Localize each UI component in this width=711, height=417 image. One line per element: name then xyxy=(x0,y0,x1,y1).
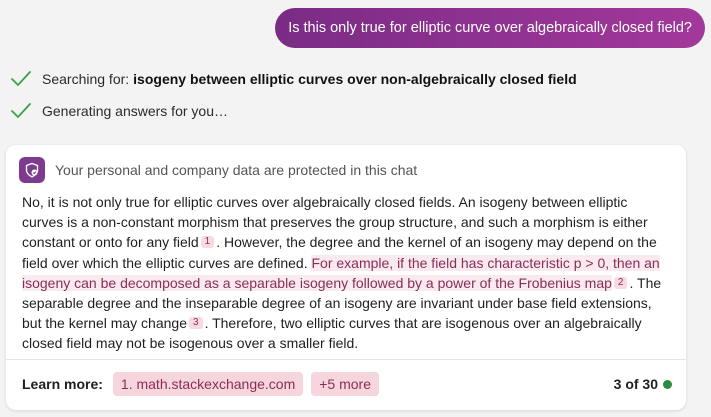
searching-prefix: Searching for: xyxy=(42,71,130,87)
status-dot-icon xyxy=(663,379,672,389)
check-icon xyxy=(10,70,32,88)
status-searching: Searching for: isogeny between elliptic … xyxy=(10,70,577,88)
shield-icon xyxy=(19,157,45,183)
answer-card: Your personal and company data are prote… xyxy=(6,145,686,410)
user-message-text: Is this only true for elliptic curve ove… xyxy=(288,20,692,36)
privacy-notice: Your personal and company data are prote… xyxy=(19,157,417,183)
answer-text: No, it is not only true for elliptic cur… xyxy=(22,192,672,354)
check-icon xyxy=(10,102,32,120)
divider xyxy=(6,359,686,360)
search-query: isogeny between elliptic curves over non… xyxy=(133,71,577,87)
citation-1[interactable]: 1 xyxy=(200,236,215,249)
generating-text: Generating answers for you… xyxy=(42,103,228,119)
learn-more-footer: Learn more: 1. math.stackexchange.com +5… xyxy=(22,371,672,397)
citation-2[interactable]: 2 xyxy=(613,276,628,289)
user-message-bubble: Is this only true for elliptic curve ove… xyxy=(275,8,705,48)
source-link-1[interactable]: 1. math.stackexchange.com xyxy=(112,372,304,396)
response-counter: 3 of 30 xyxy=(614,376,672,392)
learn-more-label: Learn more: xyxy=(22,376,103,392)
citation-3[interactable]: 3 xyxy=(189,317,203,330)
privacy-notice-text: Your personal and company data are prote… xyxy=(55,162,418,178)
response-count-text: 3 of 30 xyxy=(613,376,658,392)
status-generating: Generating answers for you… xyxy=(10,102,228,120)
more-sources-button[interactable]: +5 more xyxy=(311,372,379,396)
